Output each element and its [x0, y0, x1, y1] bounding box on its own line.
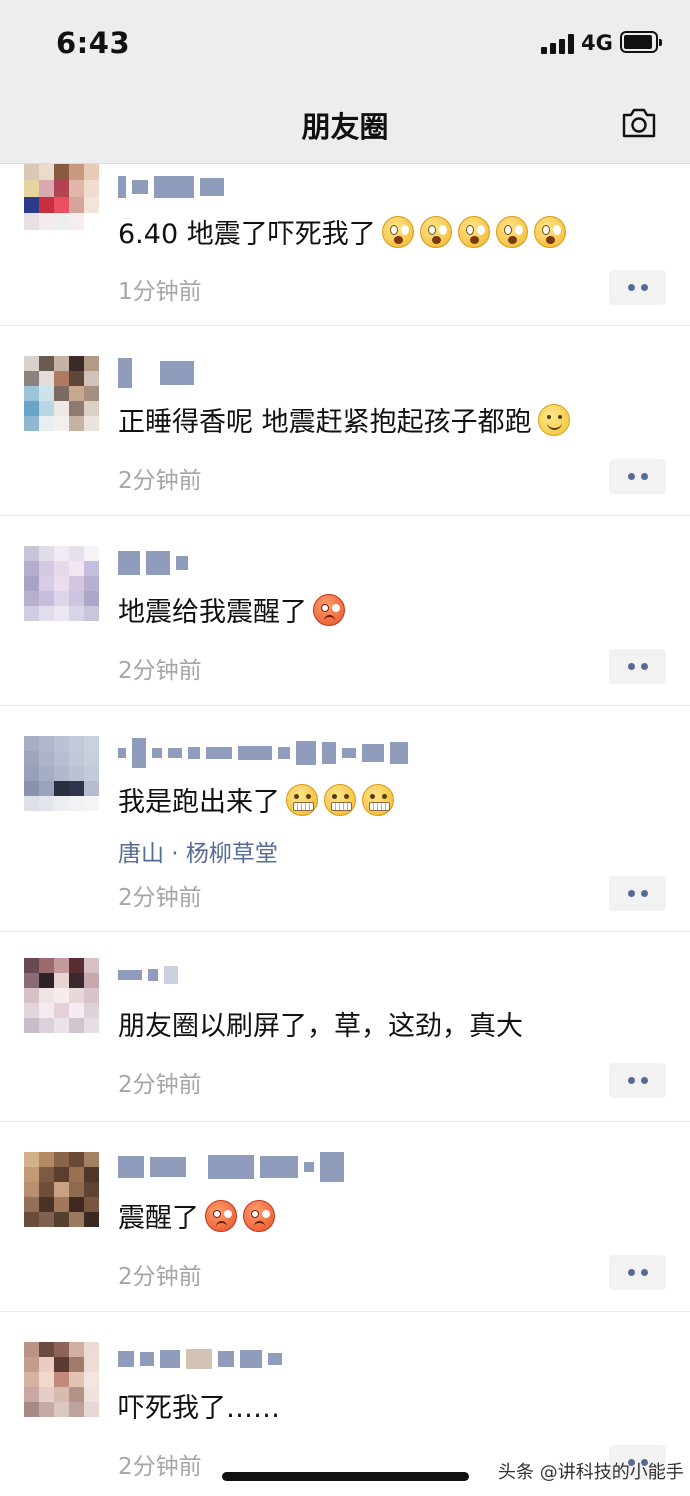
post-text: 朋友圈以刷屏了，草，这劲，真大 — [118, 1011, 523, 1042]
zipper-mouth-emoji-icon — [324, 783, 356, 816]
user-name-masked[interactable] — [118, 958, 178, 992]
user-name-masked[interactable] — [118, 170, 224, 204]
smile-emoji-icon — [537, 403, 570, 436]
page-title: 朋友圈 — [301, 110, 389, 144]
post-time: 2分钟前 — [118, 1072, 202, 1098]
signal-icon — [541, 34, 575, 54]
avatar[interactable] — [24, 736, 99, 811]
angry-emoji-icon — [313, 593, 345, 626]
more-options-button[interactable] — [609, 1063, 666, 1098]
scared-emoji-icon — [381, 215, 414, 248]
scared-emoji-icon — [495, 215, 528, 248]
more-options-button[interactable] — [609, 876, 666, 911]
post-time: 2分钟前 — [118, 885, 202, 911]
avatar[interactable] — [24, 958, 99, 1033]
avatar[interactable] — [24, 1342, 99, 1417]
avatar[interactable] — [24, 356, 99, 431]
avatar[interactable] — [24, 164, 99, 246]
post-text: 我是跑出来了 — [118, 780, 394, 819]
network-type: 4G — [581, 31, 613, 55]
post-text: 正睡得香呢 地震赶紧抱起孩子都跑 — [118, 400, 570, 439]
post-time: 2分钟前 — [118, 1264, 202, 1290]
more-options-button[interactable] — [609, 459, 666, 494]
zipper-mouth-emoji-icon — [362, 783, 394, 816]
post-time: 2分钟前 — [118, 658, 202, 684]
post-time: 1分钟前 — [118, 279, 202, 305]
moments-feed[interactable]: 6.40 地震了吓死我了 1分钟前 正睡得香呢 地震赶紧抱起孩子都跑 2分钟前 — [0, 164, 690, 1496]
scared-emoji-icon — [533, 215, 566, 248]
more-options-button[interactable] — [609, 649, 666, 684]
flushed-emoji-icon — [205, 1199, 237, 1232]
moment-post: 朋友圈以刷屏了，草，这劲，真大 2分钟前 — [0, 932, 690, 1122]
user-name-masked[interactable] — [118, 546, 188, 580]
zipper-mouth-emoji-icon — [286, 783, 318, 816]
moment-post: 6.40 地震了吓死我了 1分钟前 — [0, 164, 690, 326]
moment-post: 正睡得香呢 地震赶紧抱起孩子都跑 2分钟前 — [0, 326, 690, 516]
scared-emoji-icon — [419, 215, 452, 248]
post-text: 地震给我震醒了 — [118, 590, 345, 629]
more-options-button[interactable] — [609, 270, 666, 305]
post-text: 震醒了 — [118, 1196, 275, 1235]
home-indicator[interactable] — [222, 1472, 469, 1481]
moment-post: 我是跑出来了 唐山 · 杨柳草堂 2分钟前 — [0, 706, 690, 932]
battery-icon — [620, 31, 662, 53]
nav-bar: 朋友圈 — [0, 84, 690, 164]
user-name-masked[interactable] — [118, 1150, 344, 1184]
source-watermark: 头条 @讲科技的小能手 — [498, 1462, 684, 1483]
flushed-emoji-icon — [243, 1199, 275, 1232]
moment-post: 地震给我震醒了 2分钟前 — [0, 516, 690, 706]
post-location[interactable]: 唐山 · 杨柳草堂 — [118, 834, 278, 868]
post-text: 6.40 地震了吓死我了 — [118, 212, 566, 251]
post-time: 2分钟前 — [118, 1454, 202, 1480]
post-text: 吓死我了…… — [118, 1393, 280, 1424]
user-name-masked[interactable] — [118, 1342, 282, 1376]
user-name-masked[interactable] — [118, 736, 408, 770]
user-name-masked[interactable] — [118, 356, 194, 390]
status-time: 6:43 — [56, 26, 131, 60]
post-time: 2分钟前 — [118, 468, 202, 494]
moment-post: 震醒了 2分钟前 — [0, 1122, 690, 1312]
avatar[interactable] — [24, 1152, 99, 1227]
status-bar: 6:43 4G — [0, 0, 690, 84]
scared-emoji-icon — [457, 215, 490, 248]
more-options-button[interactable] — [609, 1255, 666, 1290]
camera-icon[interactable] — [621, 106, 657, 140]
avatar[interactable] — [24, 546, 99, 621]
